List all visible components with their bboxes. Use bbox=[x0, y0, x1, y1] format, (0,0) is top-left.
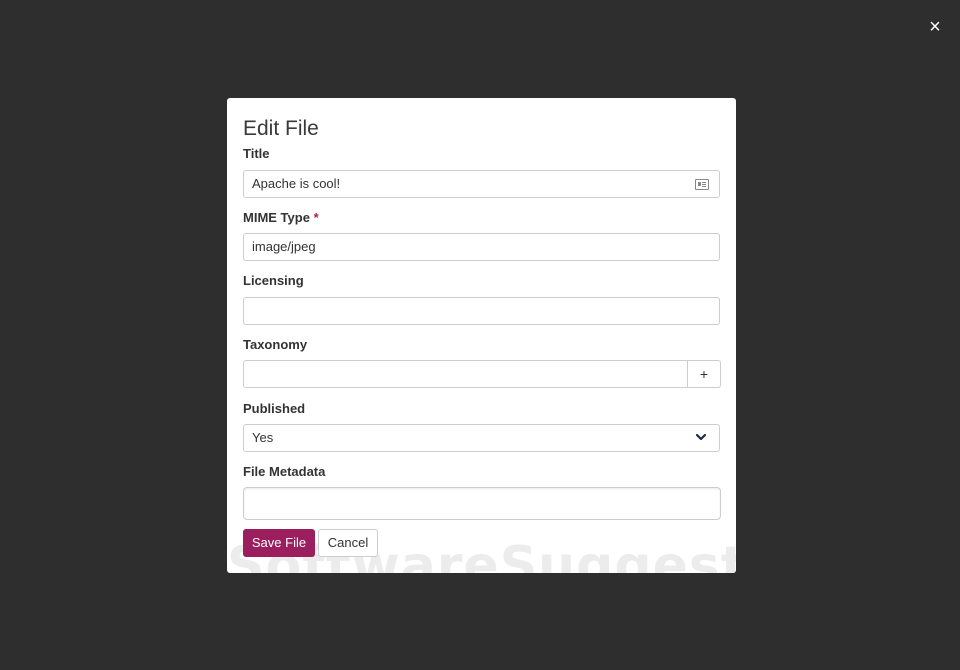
contact-card-icon bbox=[695, 179, 709, 190]
mime-type-label: MIME Type * bbox=[243, 210, 319, 226]
licensing-label: Licensing bbox=[243, 273, 304, 288]
edit-file-dialog: SoftwareSuggest Edit File Title Apache i… bbox=[227, 98, 736, 573]
published-label: Published bbox=[243, 401, 306, 416]
dialog-title: Edit File bbox=[243, 117, 319, 140]
required-marker: * bbox=[313, 210, 319, 225]
taxonomy-add-button[interactable]: + bbox=[687, 360, 721, 388]
close-icon[interactable]: × bbox=[925, 17, 945, 37]
taxonomy-label: Taxonomy bbox=[243, 337, 308, 352]
chevron-down-icon bbox=[695, 433, 707, 441]
title-label: Title bbox=[243, 146, 270, 161]
published-select[interactable]: Yes bbox=[243, 424, 720, 452]
file-metadata-input[interactable] bbox=[243, 487, 721, 520]
taxonomy-input[interactable] bbox=[243, 360, 688, 388]
licensing-input[interactable] bbox=[243, 297, 720, 325]
title-input-value: Apache is cool! bbox=[252, 176, 341, 191]
plus-icon: + bbox=[699, 366, 709, 382]
mime-type-label-text: MIME Type bbox=[243, 210, 310, 225]
mime-type-input[interactable]: image/jpeg bbox=[243, 233, 720, 261]
file-metadata-label: File Metadata bbox=[243, 464, 326, 479]
save-file-button[interactable]: Save File bbox=[243, 529, 315, 557]
title-input[interactable]: Apache is cool! bbox=[243, 170, 720, 198]
published-selected-value: Yes bbox=[252, 430, 274, 445]
cancel-button[interactable]: Cancel bbox=[318, 529, 378, 557]
mime-type-input-value: image/jpeg bbox=[252, 239, 316, 254]
